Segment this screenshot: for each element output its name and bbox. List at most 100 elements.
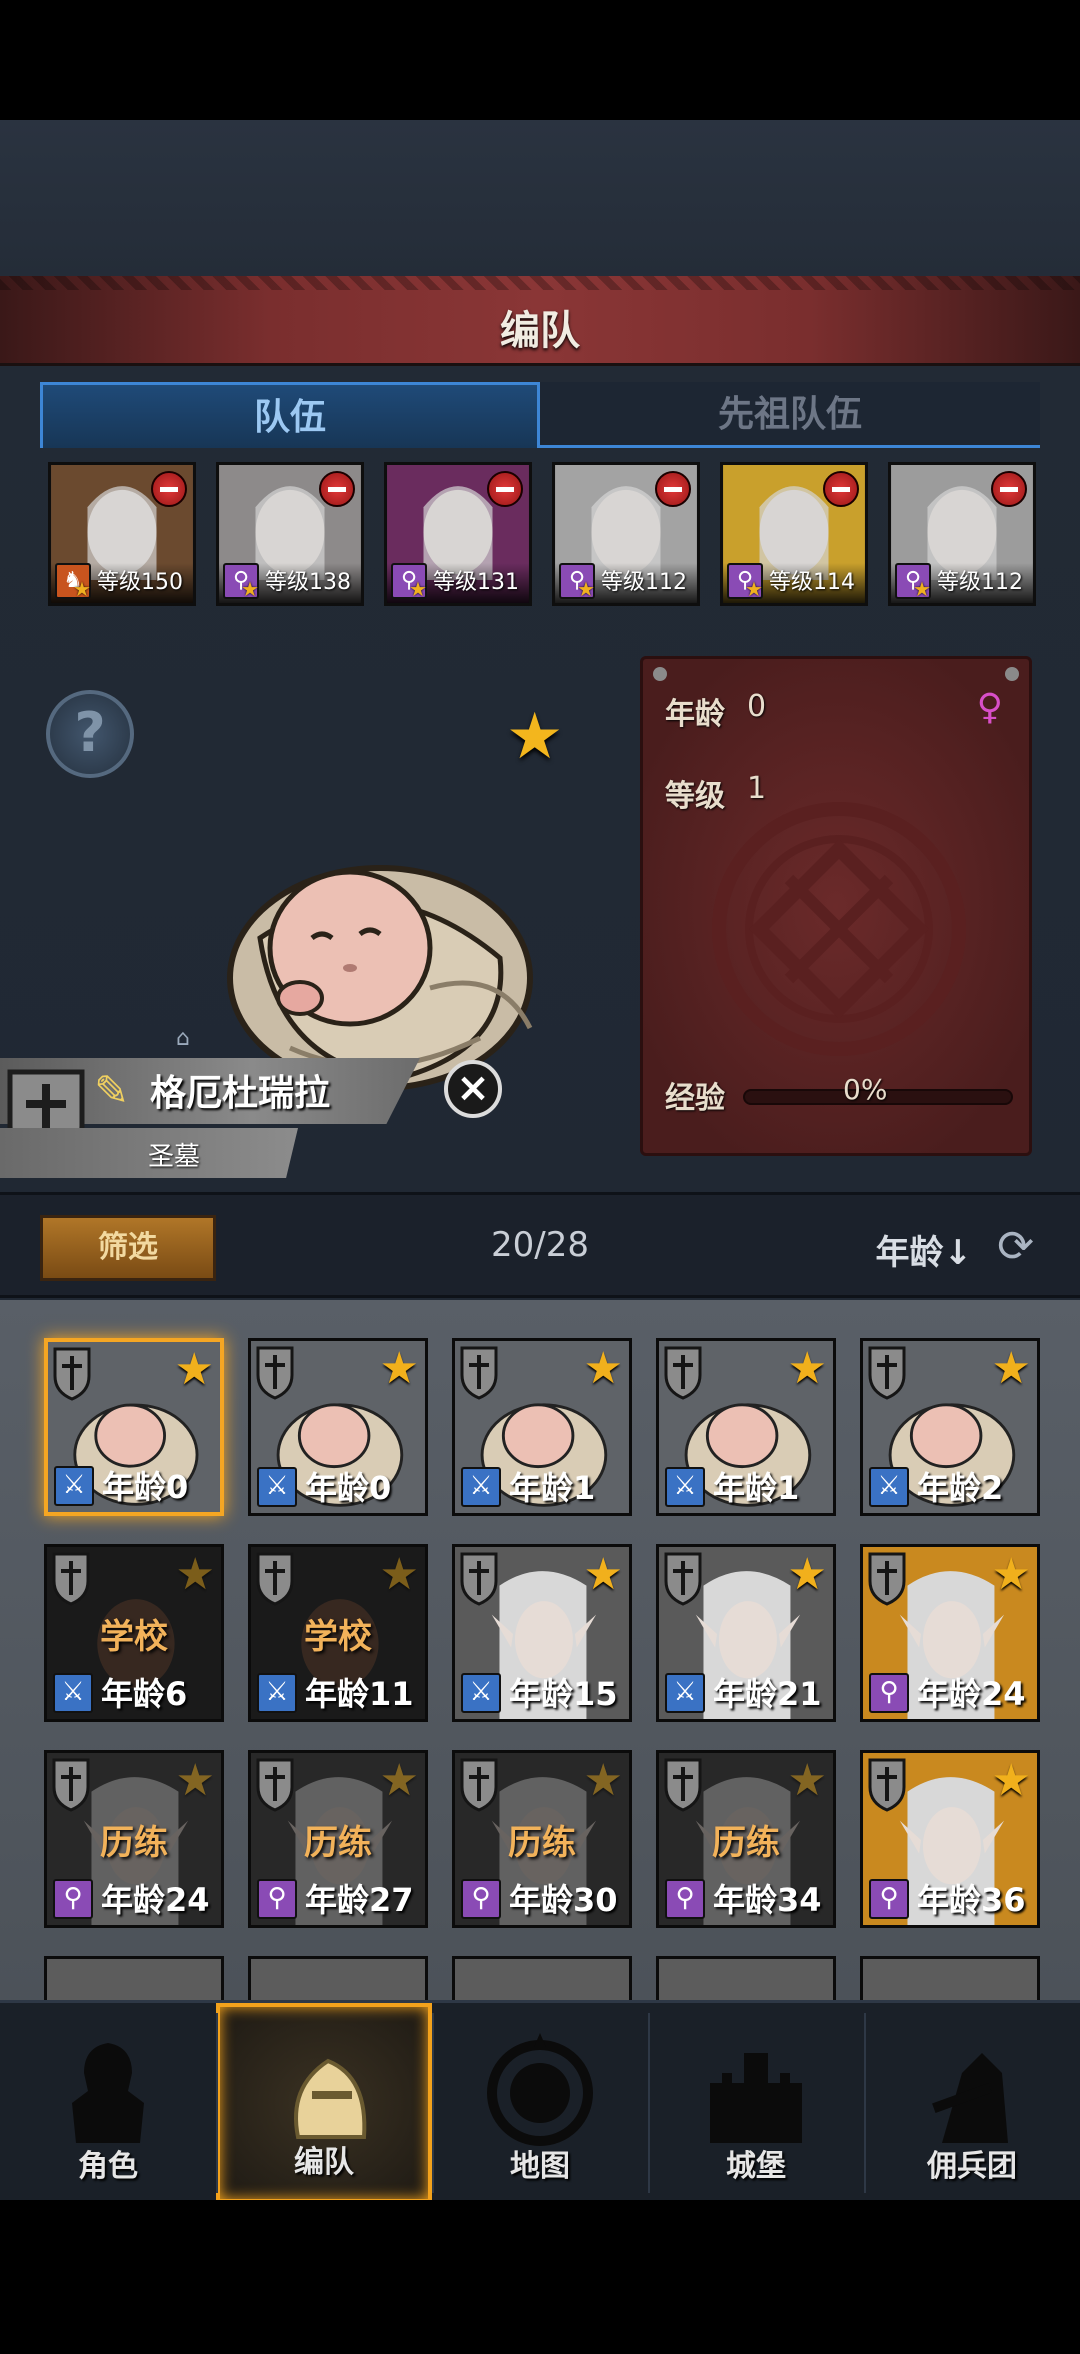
roster-card[interactable]: ★ ⚔ 年龄15: [452, 1544, 632, 1722]
sword-icon: ⚔: [869, 1467, 909, 1507]
team-member-slot[interactable]: 等级114 ⚲ ★: [720, 462, 868, 606]
nav-divider: [648, 2013, 650, 2193]
remove-member-icon[interactable]: [151, 471, 187, 507]
staff-icon: ⚲: [257, 1879, 297, 1919]
star-icon: ★: [991, 1549, 1031, 1600]
female-icon: ♀: [976, 687, 1003, 728]
refresh-icon[interactable]: ⟳: [997, 1221, 1034, 1272]
remove-member-icon[interactable]: [991, 471, 1027, 507]
roster-card[interactable]: [44, 1956, 224, 2000]
age-label: 年龄0: [305, 1469, 392, 1507]
roster-card[interactable]: ★ ⚔ 年龄0: [248, 1338, 428, 1516]
staff-icon: ⚲: [461, 1879, 501, 1919]
staff-icon: ⚲: [869, 1879, 909, 1919]
tab-ancestor-team[interactable]: 先祖队伍: [540, 382, 1040, 448]
star-icon: ★: [745, 577, 763, 601]
star-icon: ★: [409, 577, 427, 601]
castle-icon: [710, 2053, 802, 2143]
edit-name-icon[interactable]: ✎: [94, 1066, 146, 1116]
roster-card[interactable]: [452, 1956, 632, 2000]
sword-icon: ⚔: [461, 1673, 501, 1713]
star-icon: ★: [379, 1343, 419, 1394]
roster-card[interactable]: ★ ⚲ 年龄36: [860, 1750, 1040, 1928]
roster-card[interactable]: ★ 学校 ⚔ 年龄11: [248, 1544, 428, 1722]
roster-card[interactable]: [860, 1956, 1040, 2000]
star-icon: ★: [175, 1549, 215, 1600]
roster-card[interactable]: ★ ⚔ 年龄1: [452, 1338, 632, 1516]
help-button[interactable]: ?: [46, 690, 134, 778]
roster-card[interactable]: ★ 历练 ⚲ 年龄27: [248, 1750, 428, 1928]
sword-icon: ⚔: [257, 1467, 297, 1507]
filter-bar: 筛选 20/28 年龄↓ ⟳: [0, 1192, 1080, 1298]
star-icon: ★: [991, 1755, 1031, 1806]
roster-card[interactable]: ★ ⚲ 年龄24: [860, 1544, 1040, 1722]
roster-card[interactable]: ★ 历练 ⚲ 年龄34: [656, 1750, 836, 1928]
nav-item-compass[interactable]: 地图: [432, 2003, 648, 2203]
roster-card[interactable]: [656, 1956, 836, 2000]
nav-divider: [864, 2013, 866, 2193]
team-member-slot[interactable]: 等级138 ⚲ ★: [216, 462, 364, 606]
age-label: 年龄34: [713, 1881, 822, 1919]
team-member-slot[interactable]: 等级131 ⚲ ★: [384, 462, 532, 606]
roster-card[interactable]: ★ 历练 ⚲ 年龄24: [44, 1750, 224, 1928]
roster-card[interactable]: ★ ⚔ 年龄1: [656, 1338, 836, 1516]
roster-card[interactable]: ★ ⚔ 年龄2: [860, 1338, 1040, 1516]
rarity-star-icon: ★: [506, 700, 564, 774]
shield-icon: [52, 1758, 90, 1812]
roster-card[interactable]: ★ 学校 ⚔ 年龄6: [44, 1544, 224, 1722]
sword-icon: ⚔: [257, 1673, 297, 1713]
star-icon: ★: [73, 577, 91, 601]
remove-member-icon[interactable]: [823, 471, 859, 507]
home-icon: ⌂: [176, 1026, 190, 1051]
status-label: 历练: [304, 1823, 372, 1863]
nav-item-mercenary[interactable]: 佣兵团: [864, 2003, 1080, 2203]
nav-label: 佣兵团: [927, 2149, 1017, 2184]
status-label: 学校: [304, 1617, 372, 1657]
sword-icon: ⚔: [665, 1467, 705, 1507]
star-icon: ★: [379, 1549, 419, 1600]
shield-icon: [256, 1758, 294, 1812]
nav-item-castle[interactable]: 城堡: [648, 2003, 864, 2203]
close-icon[interactable]: ×: [444, 1060, 502, 1118]
shield-icon: [460, 1552, 498, 1606]
roster-card[interactable]: ★ 历练 ⚲ 年龄30: [452, 1750, 632, 1928]
age-label: 年龄6: [101, 1675, 188, 1713]
rivet: [1005, 667, 1019, 681]
rivet: [653, 667, 667, 681]
exp-label: 经验: [665, 1081, 725, 1116]
bottom-nav: 角色 编队 地图 城堡 佣兵团: [0, 2000, 1080, 2203]
team-member-slot[interactable]: 等级112 ⚲ ★: [552, 462, 700, 606]
star-icon: ★: [583, 1343, 623, 1394]
nav-item-helmet[interactable]: 编队: [216, 2003, 432, 2203]
status-label: 历练: [712, 1823, 780, 1863]
remove-member-icon[interactable]: [655, 471, 691, 507]
system-nav-area: [0, 2200, 1080, 2354]
team-member-slot[interactable]: 等级150 ♞ ★: [48, 462, 196, 606]
team-member-row: 等级150 ♞ ★ 等级138 ⚲ ★ 等级131 ⚲ ★ 等级112 ⚲ ★ 等级114 ⚲ ★ 等级112…: [48, 462, 1038, 610]
nav-label: 城堡: [726, 2149, 786, 2184]
tab-team[interactable]: 队伍: [40, 382, 540, 448]
star-icon: ★: [583, 1755, 623, 1806]
nav-item-knight[interactable]: 角色: [0, 2003, 216, 2203]
star-icon: ★: [175, 1755, 215, 1806]
roster-card[interactable]: [248, 1956, 428, 2000]
remove-member-icon[interactable]: [487, 471, 523, 507]
star-icon: ★: [241, 577, 259, 601]
remove-member-icon[interactable]: [319, 471, 355, 507]
sort-label[interactable]: 年龄↓: [876, 1225, 973, 1274]
knight-icon: [72, 2043, 144, 2143]
nav-divider: [216, 2013, 218, 2193]
nav-label: 角色: [78, 2149, 138, 2184]
roster-card[interactable]: ★ ⚔ 年龄21: [656, 1544, 836, 1722]
age-label: 年龄: [665, 697, 725, 732]
page-title: 编队: [500, 308, 580, 354]
header-banner: 编队: [0, 276, 1080, 366]
status-label: 历练: [508, 1823, 576, 1863]
staff-icon: ⚲: [869, 1673, 909, 1713]
character-name: 格厄杜瑞拉: [150, 1073, 331, 1114]
shield-icon: [53, 1347, 91, 1401]
roster-card[interactable]: ★ ⚔ 年龄0: [44, 1338, 224, 1516]
team-member-slot[interactable]: 等级112 ⚲ ★: [888, 462, 1036, 606]
status-label: 历练: [100, 1823, 168, 1863]
star-icon: ★: [379, 1755, 419, 1806]
